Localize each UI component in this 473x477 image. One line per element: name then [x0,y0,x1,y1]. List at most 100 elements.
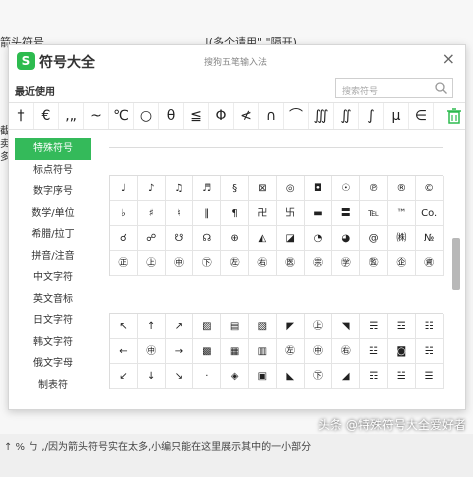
symbol-cell[interactable]: ㊦ [193,251,222,276]
symbol-cell[interactable]: ㊬ [360,251,388,276]
sidebar-category[interactable]: 标点符号 [15,160,91,182]
symbol-cell[interactable]: ♩ [110,176,138,201]
symbol-cell[interactable]: ↖ [110,314,138,339]
symbol-cell[interactable]: ▧ [248,314,277,339]
recent-symbol[interactable]: ○ [134,103,159,129]
symbol-cell[interactable]: ☋ [165,226,194,251]
symbol-cell[interactable]: ▨ [193,314,222,339]
symbol-cell[interactable]: ☷ [415,314,444,339]
sidebar-category[interactable]: 俄文字母 [15,353,91,375]
symbol-cell[interactable]: ☊ [193,226,222,251]
sidebar-category[interactable]: 拼音/注音 [15,246,91,268]
symbol-cell[interactable]: ♮ [165,201,194,226]
symbol-cell[interactable]: ㊮ [415,251,444,276]
sidebar-category[interactable]: 日文字符 [15,310,91,332]
symbol-cell[interactable]: ㊫ [332,251,361,276]
search-input[interactable] [336,83,430,101]
symbol-cell[interactable]: ㊥ [165,251,194,276]
symbol-cell[interactable]: ◭ [248,226,277,251]
symbol-cell[interactable]: ← [110,339,138,364]
symbol-cell[interactable]: · [193,364,222,389]
symbol-cell[interactable]: 卍 [248,201,277,226]
symbol-cell[interactable]: © [415,176,444,201]
symbol-cell[interactable]: ℗ [360,176,388,201]
symbol-cell[interactable]: ☌ [110,226,138,251]
symbol-cell[interactable]: ☲ [387,314,416,339]
recent-symbol[interactable]: μ [384,103,409,129]
recent-symbol[interactable]: Φ [209,103,234,129]
symbol-cell[interactable]: ↘ [165,364,194,389]
symbol-cell[interactable]: ♬ [193,176,222,201]
symbol-cell[interactable]: ◕ [332,226,361,251]
recent-symbol[interactable]: € [34,103,59,129]
recent-symbol[interactable]: ∫ [359,103,384,129]
close-button[interactable]: × [442,49,455,68]
symbol-cell[interactable]: ▬ [304,201,333,226]
sidebar-category[interactable]: 韩文字符 [15,332,91,354]
symbol-cell[interactable]: ☰ [415,364,444,389]
symbol-cell[interactable]: ㊧ [221,251,249,276]
symbol-cell[interactable]: ☶ [360,364,388,389]
symbol-cell[interactable]: ㊤ [304,314,333,339]
symbol-cell[interactable]: ▩ [193,339,222,364]
symbol-cell[interactable]: ㊤ [137,251,166,276]
recent-symbol[interactable]: ‚„ [59,103,84,129]
symbol-cell[interactable]: ◘ [304,176,333,201]
symbol-cell[interactable]: ® [387,176,416,201]
recent-symbol[interactable]: ~ [84,103,109,129]
symbol-cell[interactable]: ♫ [165,176,194,201]
sidebar-category[interactable]: 数学/单位 [15,203,91,225]
symbol-cell[interactable]: ◈ [221,364,249,389]
symbol-cell[interactable]: Co. [415,201,444,226]
symbol-cell[interactable]: 卐 [276,201,305,226]
symbol-cell[interactable]: ▣ [248,364,277,389]
symbol-cell[interactable]: ↗ [165,314,194,339]
recent-symbol[interactable]: θ [159,103,184,129]
symbol-cell[interactable]: ▦ [221,339,249,364]
trash-icon[interactable] [445,107,463,125]
sidebar-category[interactable]: 英文音标 [15,289,91,311]
symbol-cell[interactable]: @ [360,226,388,251]
symbol-cell[interactable]: ↙ [110,364,138,389]
sidebar-category[interactable]: 数字序号 [15,181,91,203]
recent-symbol[interactable]: ∈ [409,103,434,129]
recent-symbol[interactable]: ∭ [309,103,334,129]
scrollbar[interactable] [452,138,460,409]
symbol-cell[interactable]: ↑ [137,314,166,339]
symbol-cell[interactable]: ⊠ [248,176,277,201]
search-icon[interactable] [434,81,448,95]
search-box[interactable] [335,78,453,101]
symbol-cell[interactable]: 〓 [332,201,361,226]
sidebar-category[interactable]: 制表符 [15,375,91,397]
symbol-cell[interactable]: ㊥ [304,339,333,364]
symbol-cell[interactable]: ♭ [110,201,138,226]
symbol-cell[interactable]: ㊨ [248,251,277,276]
symbol-cell[interactable]: ↓ [137,364,166,389]
symbol-cell[interactable]: ㊩ [276,251,305,276]
symbol-cell[interactable]: ◤ [276,314,305,339]
symbol-cell[interactable]: ‖ [193,201,222,226]
sidebar-category[interactable]: 中文字符 [15,267,91,289]
symbol-cell[interactable]: ㈱ [387,226,416,251]
symbol-cell[interactable]: ㊦ [304,364,333,389]
symbol-cell[interactable]: ◪ [276,226,305,251]
sidebar-category[interactable]: 希腊/拉丁 [15,224,91,246]
symbol-cell[interactable]: ♯ [137,201,166,226]
recent-symbol[interactable]: ⌒ [284,103,309,129]
symbol-cell[interactable]: § [221,176,249,201]
symbol-cell[interactable]: ◣ [276,364,305,389]
recent-symbol[interactable]: ≦ [184,103,209,129]
recent-symbol[interactable]: ≮ [234,103,259,129]
symbol-cell[interactable]: ◢ [332,364,361,389]
symbol-cell[interactable]: ㊨ [332,339,361,364]
symbol-cell[interactable]: ⊕ [221,226,249,251]
symbol-cell[interactable]: ☍ [137,226,166,251]
symbol-cell[interactable]: ▤ [221,314,249,339]
symbol-cell[interactable]: ☳ [360,339,388,364]
symbol-cell[interactable]: ㊣ [110,251,138,276]
symbol-cell[interactable]: → [165,339,194,364]
symbol-cell[interactable]: ◎ [276,176,305,201]
symbol-cell[interactable]: ㊧ [276,339,305,364]
symbol-cell[interactable]: ㊪ [304,251,333,276]
scroll-thumb[interactable] [452,238,460,290]
